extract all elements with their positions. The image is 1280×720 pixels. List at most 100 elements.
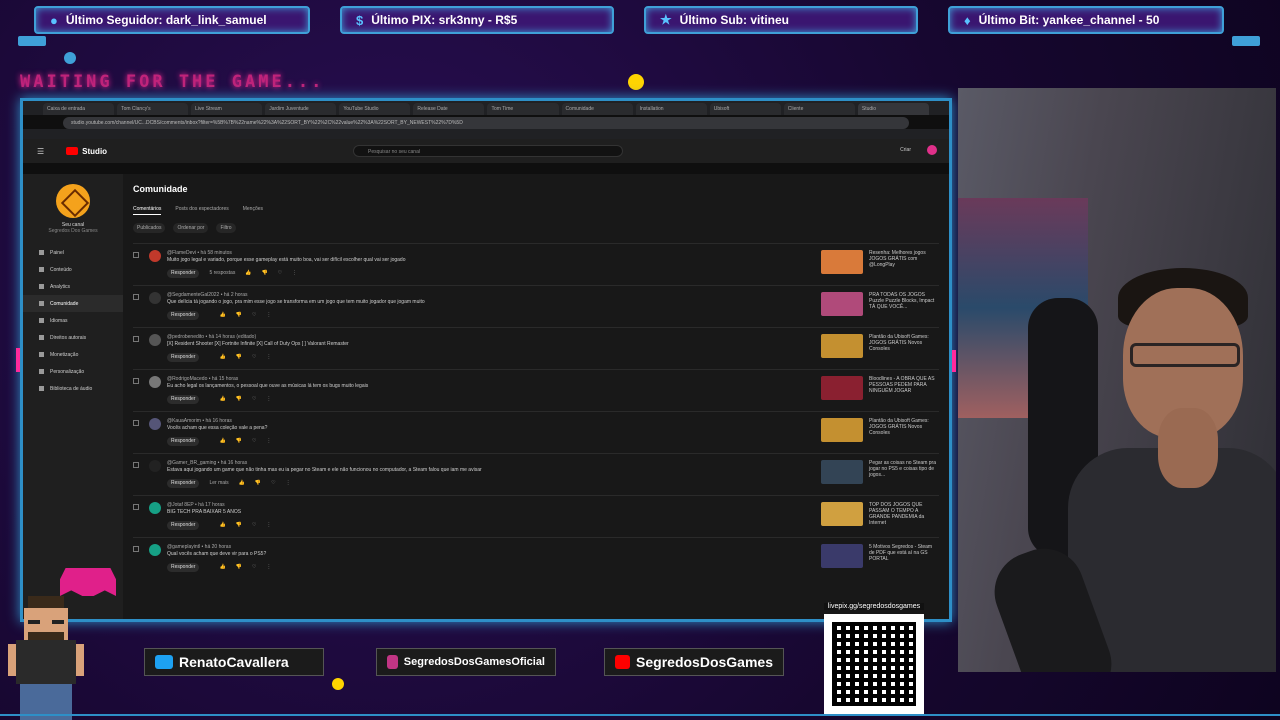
browser-tab[interactable]: Tom Clancy's <box>117 103 189 115</box>
video-title[interactable]: Resenha: Melhores jogos JOGOS GRÁTIS com… <box>869 250 939 279</box>
heart-icon[interactable]: ♡ <box>252 438 256 445</box>
browser-tab[interactable]: Installation <box>635 103 707 115</box>
reply-button[interactable]: Responder <box>167 521 200 530</box>
commenter-avatar[interactable] <box>149 250 161 262</box>
tab-viewer-posts[interactable]: Posts dos espectadores <box>175 206 228 215</box>
video-thumbnail[interactable] <box>821 460 863 484</box>
channel-avatar[interactable] <box>56 184 90 218</box>
comment-checkbox[interactable] <box>133 336 139 342</box>
dislike-icon[interactable]: 👎 <box>236 522 242 529</box>
heart-icon[interactable]: ♡ <box>278 270 282 277</box>
like-icon[interactable]: 👍 <box>219 354 225 361</box>
browser-tab-active[interactable]: Studio <box>857 103 929 115</box>
sidebar-item-audio-library[interactable]: Biblioteca de áudio <box>23 380 123 397</box>
like-icon[interactable]: 👍 <box>219 312 225 319</box>
like-icon[interactable]: 👍 <box>219 564 225 571</box>
commenter-avatar[interactable] <box>149 376 161 388</box>
reply-button[interactable]: Responder <box>167 479 200 488</box>
reply-button[interactable]: Responder <box>167 311 200 320</box>
studio-search-input[interactable]: Pesquisar no seu canal <box>353 145 623 157</box>
comment-checkbox[interactable] <box>133 378 139 384</box>
more-options-icon[interactable]: ⋮ <box>292 270 297 277</box>
browser-tab[interactable]: Ubisoft <box>709 103 781 115</box>
filter-sort[interactable]: Ordenar por <box>173 223 209 233</box>
video-thumbnail[interactable] <box>821 418 863 442</box>
address-bar[interactable]: studio.youtube.com/channel/UC...DCBS/com… <box>63 117 909 129</box>
video-title[interactable]: PRA TODAS OS JOGOS Puzzle Puzzle Blocks,… <box>869 292 939 321</box>
reply-button[interactable]: Responder <box>167 395 200 404</box>
browser-tab[interactable]: Live Stream <box>191 103 263 115</box>
create-button[interactable]: Criar <box>900 147 911 153</box>
filter-more[interactable]: Filtro <box>216 223 236 233</box>
like-icon[interactable]: 👍 <box>219 522 225 529</box>
dislike-icon[interactable]: 👎 <box>236 396 242 403</box>
sidebar-item-content[interactable]: Conteúdo <box>23 261 123 278</box>
heart-icon[interactable]: ♡ <box>252 312 256 319</box>
tab-comments[interactable]: Comentários <box>133 206 162 215</box>
like-icon[interactable]: 👍 <box>239 480 245 487</box>
video-thumbnail[interactable] <box>821 334 863 358</box>
reply-button[interactable]: Responder <box>167 269 200 278</box>
comment-author[interactable]: @gameplayintl • há 20 horas <box>167 544 811 551</box>
dislike-icon[interactable]: 👎 <box>255 480 261 487</box>
studio-logo[interactable]: Studio <box>66 147 107 156</box>
video-title[interactable]: TOP DOS JOGOS QUE PASSAM O TEMPO A GRAND… <box>869 502 939 531</box>
sidebar-item-dashboard[interactable]: Painel <box>23 244 123 261</box>
sidebar-item-community[interactable]: Comunidade <box>23 295 123 312</box>
reply-button[interactable]: Responder <box>167 353 200 362</box>
heart-icon[interactable]: ♡ <box>252 522 256 529</box>
video-title[interactable]: Pegar as coisas no Steam pra jogar no PS… <box>869 460 939 489</box>
browser-tab[interactable]: Comunidade <box>561 103 633 115</box>
commenter-avatar[interactable] <box>149 334 161 346</box>
comment-reply-count[interactable]: 5 respostas <box>209 270 235 277</box>
video-thumbnail[interactable] <box>821 250 863 274</box>
comment-checkbox[interactable] <box>133 294 139 300</box>
commenter-avatar[interactable] <box>149 460 161 472</box>
reply-button[interactable]: Responder <box>167 437 200 446</box>
tab-mentions[interactable]: Menções <box>243 206 263 215</box>
comment-author[interactable]: @RodrigoMacedo • há 15 horas <box>167 376 811 383</box>
browser-tab[interactable]: Tom Time <box>487 103 559 115</box>
like-icon[interactable]: 👍 <box>219 438 225 445</box>
more-options-icon[interactable]: ⋮ <box>266 438 271 445</box>
video-thumbnail[interactable] <box>821 292 863 316</box>
comment-author[interactable]: @pedrobenedito • há 14 horas (editado) <box>167 334 811 341</box>
sidebar-item-customization[interactable]: Personalização <box>23 363 123 380</box>
sidebar-item-copyright[interactable]: Direitos autorais <box>23 329 123 346</box>
more-options-icon[interactable]: ⋮ <box>266 564 271 571</box>
dislike-icon[interactable]: 👎 <box>262 270 268 277</box>
heart-icon[interactable]: ♡ <box>252 396 256 403</box>
browser-tab[interactable]: Release Date <box>413 103 485 115</box>
more-options-icon[interactable]: ⋮ <box>266 312 271 319</box>
comment-author[interactable]: @KauaAmorim • há 16 horas <box>167 418 811 425</box>
like-icon[interactable]: 👍 <box>219 396 225 403</box>
account-avatar[interactable] <box>927 145 937 155</box>
comment-author[interactable]: @Jotaf 8EP • há 17 horas <box>167 502 811 509</box>
comment-checkbox[interactable] <box>133 420 139 426</box>
dislike-icon[interactable]: 👎 <box>236 438 242 445</box>
comment-checkbox[interactable] <box>133 546 139 552</box>
menu-icon[interactable]: ☰ <box>37 147 44 156</box>
reply-button[interactable]: Responder <box>167 563 200 572</box>
dislike-icon[interactable]: 👎 <box>236 354 242 361</box>
sidebar-item-languages[interactable]: Idiomas <box>23 312 123 329</box>
sidebar-item-analytics[interactable]: Analytics <box>23 278 123 295</box>
video-title[interactable]: 5 Motivos Segredos - Steam de PDF que es… <box>869 544 939 573</box>
comment-checkbox[interactable] <box>133 462 139 468</box>
comment-author[interactable]: @FlameDevi • há 58 minutos <box>167 250 811 257</box>
browser-tab[interactable]: Cliente <box>783 103 855 115</box>
filter-published[interactable]: Publicados <box>133 223 166 233</box>
commenter-avatar[interactable] <box>149 502 161 514</box>
dislike-icon[interactable]: 👎 <box>236 564 242 571</box>
heart-icon[interactable]: ♡ <box>252 354 256 361</box>
video-thumbnail[interactable] <box>821 502 863 526</box>
commenter-avatar[interactable] <box>149 292 161 304</box>
commenter-avatar[interactable] <box>149 418 161 430</box>
more-options-icon[interactable]: ⋮ <box>266 396 271 403</box>
heart-icon[interactable]: ♡ <box>271 480 275 487</box>
sidebar-item-monetization[interactable]: Monetização <box>23 346 123 363</box>
more-options-icon[interactable]: ⋮ <box>286 480 291 487</box>
video-thumbnail[interactable] <box>821 376 863 400</box>
video-title[interactable]: Bloodlines - A OBRA QUE AS PESSOAS PEDEM… <box>869 376 939 405</box>
like-icon[interactable]: 👍 <box>245 270 251 277</box>
